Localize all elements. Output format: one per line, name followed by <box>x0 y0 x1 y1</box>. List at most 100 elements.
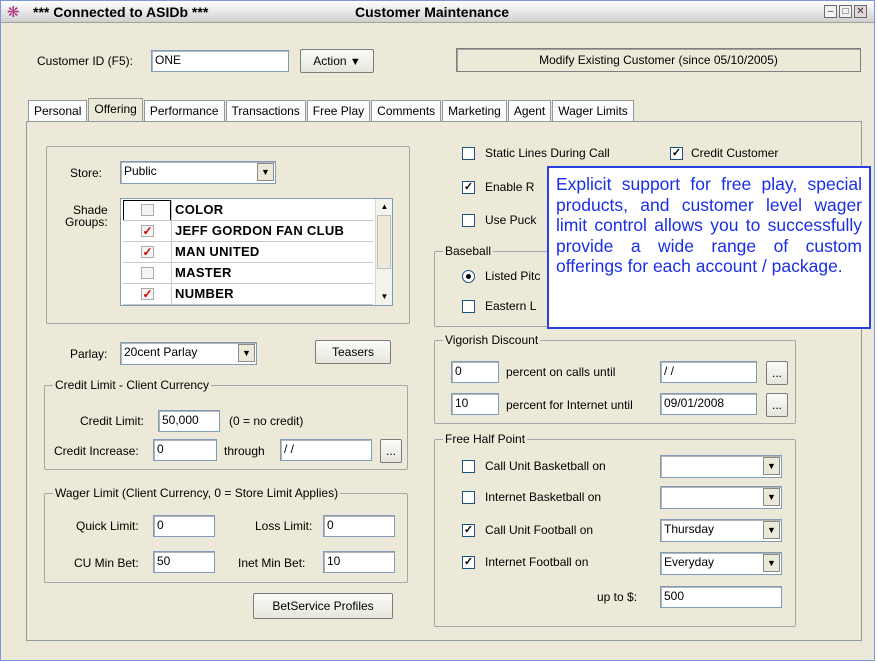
enable-checkbox[interactable]: ✓ <box>462 181 475 194</box>
action-button-label: Action <box>313 54 347 68</box>
shade-groups-list[interactable]: COLOR ✓ JEFF GORDON FAN CLUB ✓ MAN UNITE… <box>120 198 393 306</box>
chevron-down-icon[interactable]: ▼ <box>763 488 780 506</box>
scroll-up-icon[interactable]: ▲ <box>377 199 392 214</box>
listed-pitchers-radio[interactable] <box>462 270 475 283</box>
calls-percent-label: percent on calls until <box>506 365 616 379</box>
list-item[interactable]: ✓ JEFF GORDON FAN CLUB <box>123 221 373 242</box>
calls-percent-input[interactable]: 0 <box>451 361 499 383</box>
up-to-label: up to $: <box>597 590 638 604</box>
list-item[interactable]: MASTER <box>123 263 373 284</box>
quick-limit-input[interactable]: 0 <box>153 515 215 537</box>
close-icon[interactable]: ✕ <box>854 5 867 18</box>
maximize-icon[interactable]: □ <box>839 5 852 18</box>
up-to-input[interactable]: 500 <box>660 586 782 608</box>
chevron-down-icon[interactable]: ▼ <box>238 344 255 362</box>
column-divider <box>171 242 172 262</box>
teasers-button[interactable]: Teasers <box>315 340 391 364</box>
store-label: Store: <box>70 166 103 180</box>
through-label: through <box>224 444 265 458</box>
chevron-down-icon[interactable]: ▼ <box>763 521 780 539</box>
list-item[interactable]: ✓ NUMBER <box>123 284 373 305</box>
tab-free-play[interactable]: Free Play <box>306 100 371 122</box>
internet-basketball-checkbox[interactable] <box>462 491 475 504</box>
tab-comments[interactable]: Comments <box>371 100 442 122</box>
chevron-down-icon[interactable]: ▼ <box>257 163 274 181</box>
internet-basketball-select[interactable]: ▼ <box>660 486 782 509</box>
cu-min-bet-label: CU Min Bet: <box>74 556 139 570</box>
credit-limit-hint: (0 = no credit) <box>229 414 304 428</box>
shade-name: NUMBER <box>175 286 234 301</box>
credit-limit-input[interactable]: 50,000 <box>158 410 220 432</box>
static-lines-checkbox[interactable] <box>462 147 475 160</box>
title-bar[interactable]: ❋ *** Connected to ASIDb *** Customer Ma… <box>1 1 874 23</box>
call-unit-football-select[interactable]: Thursday ▼ <box>660 519 782 542</box>
tab-wager-limits[interactable]: Wager Limits <box>552 100 634 122</box>
call-unit-basketball-checkbox[interactable] <box>462 460 475 473</box>
tab-transactions[interactable]: Transactions <box>225 100 306 122</box>
eastern-checkbox[interactable] <box>462 300 475 313</box>
chevron-down-icon[interactable]: ▼ <box>763 554 780 572</box>
shade-checkbox[interactable] <box>141 267 154 279</box>
calls-date-picker-button[interactable]: ... <box>766 361 788 385</box>
shade-list-scrollbar[interactable]: ▲ ▼ <box>375 199 392 305</box>
parlay-label: Parlay: <box>70 347 108 361</box>
shade-checkbox[interactable]: ✓ <box>141 288 154 300</box>
listed-pitchers-label: Listed Pitc <box>485 269 541 283</box>
store-select[interactable]: Public ▼ <box>120 161 276 184</box>
credit-customer-checkbox[interactable]: ✓ <box>670 147 683 160</box>
calls-until-date-input[interactable]: / / <box>660 361 757 383</box>
call-unit-basketball-select[interactable]: ▼ <box>660 455 782 478</box>
list-item[interactable]: ✓ MAN UNITED <box>123 242 373 263</box>
cu-min-bet-input[interactable]: 50 <box>153 551 215 573</box>
inet-min-bet-label: Inet Min Bet: <box>238 556 306 570</box>
shade-name: MAN UNITED <box>175 244 260 259</box>
internet-basketball-label: Internet Basketball on <box>485 490 602 504</box>
credit-limit-group-title: Credit Limit - Client Currency <box>53 378 212 392</box>
parlay-select[interactable]: 20cent Parlay ▼ <box>120 342 257 365</box>
tab-performance[interactable]: Performance <box>143 100 225 122</box>
through-date-input[interactable]: / / <box>280 439 372 461</box>
internet-percent-input[interactable]: 10 <box>451 393 499 415</box>
tab-personal[interactable]: Personal <box>28 100 88 122</box>
shade-checkbox[interactable] <box>141 204 154 216</box>
credit-increase-label: Credit Increase: <box>54 444 139 458</box>
tab-agent[interactable]: Agent <box>507 100 552 122</box>
scroll-down-icon[interactable]: ▼ <box>377 289 392 304</box>
internet-football-checkbox[interactable]: ✓ <box>462 556 475 569</box>
scroll-thumb[interactable] <box>377 215 391 269</box>
status-text: Modify Existing Customer (since 05/10/20… <box>456 48 861 72</box>
shade-checkbox[interactable]: ✓ <box>141 225 154 237</box>
window-title: Customer Maintenance <box>355 4 510 20</box>
loss-limit-input[interactable]: 0 <box>323 515 395 537</box>
loss-limit-label: Loss Limit: <box>255 519 313 533</box>
shade-name: MASTER <box>175 265 232 280</box>
internet-date-picker-button[interactable]: ... <box>766 393 788 417</box>
credit-limit-label: Credit Limit: <box>80 414 145 428</box>
parlay-value: 20cent Parlay <box>124 345 198 359</box>
customer-maintenance-window: ❋ *** Connected to ASIDb *** Customer Ma… <box>0 0 875 661</box>
customer-id-input[interactable]: ONE <box>151 50 289 72</box>
app-icon[interactable]: ❋ <box>7 3 27 21</box>
column-divider <box>171 263 172 283</box>
vigorish-discount-group-title: Vigorish Discount <box>443 333 541 347</box>
inet-min-bet-input[interactable]: 10 <box>323 551 395 573</box>
shade-checkbox[interactable]: ✓ <box>141 246 154 258</box>
chevron-down-icon[interactable]: ▼ <box>763 457 780 475</box>
baseball-group-title: Baseball <box>443 244 494 258</box>
minimize-icon[interactable]: – <box>824 5 837 18</box>
credit-increase-input[interactable]: 0 <box>153 439 217 461</box>
through-date-picker-button[interactable]: ... <box>380 439 402 463</box>
action-button[interactable]: Action ▼ <box>300 49 374 73</box>
list-item[interactable]: COLOR <box>123 200 373 221</box>
tab-offering[interactable]: Offering <box>88 98 143 122</box>
use-puck-checkbox[interactable] <box>462 214 475 227</box>
internet-until-date-input[interactable]: 09/01/2008 <box>660 393 757 415</box>
feature-callout: Explicit support for free play, special … <box>547 166 871 329</box>
call-unit-football-value: Thursday <box>664 522 715 536</box>
tab-marketing[interactable]: Marketing <box>442 100 507 122</box>
internet-football-select[interactable]: Everyday ▼ <box>660 552 782 575</box>
betservice-profiles-button[interactable]: BetService Profiles <box>253 593 393 619</box>
shade-groups-label: Shade Groups: <box>65 203 108 229</box>
call-unit-football-checkbox[interactable]: ✓ <box>462 524 475 537</box>
dropdown-arrow-icon: ▼ <box>349 56 361 68</box>
